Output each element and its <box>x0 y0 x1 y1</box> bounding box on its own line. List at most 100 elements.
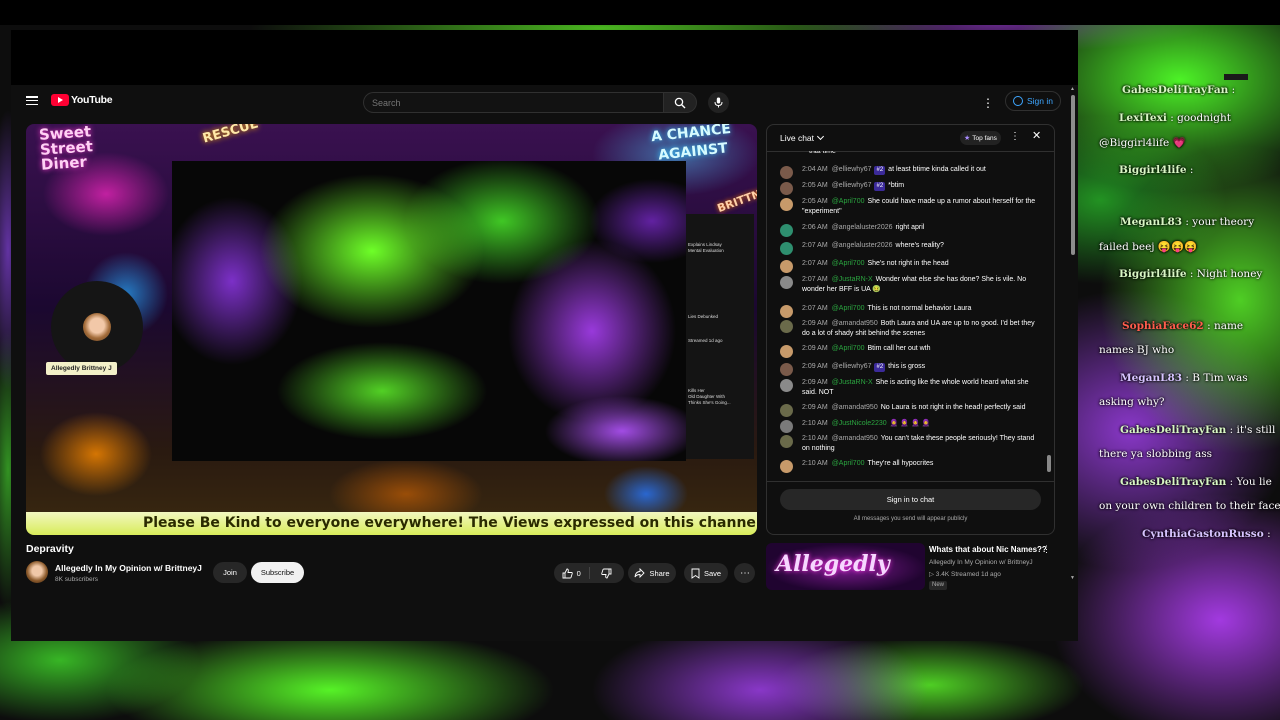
scrollbar-thumb[interactable] <box>1071 95 1075 255</box>
subscribe-button[interactable]: Subscribe <box>251 562 304 583</box>
chat-avatar[interactable] <box>780 404 793 417</box>
recommended-video[interactable]: Allegedly Whats that about Nic Names?? A… <box>766 543 1066 590</box>
inset-side-panel: Explains Lindsay Mental Evaluation Lies … <box>686 214 754 459</box>
recommended-more-icon[interactable]: ⋮ <box>1042 544 1051 555</box>
chat-author[interactable]: @April700 <box>832 260 865 267</box>
chat-author[interactable]: @April700 <box>832 198 865 205</box>
chat-author[interactable]: @April700 <box>832 345 865 352</box>
chat-text: They're all hypocrites <box>867 460 934 467</box>
sign-in-button[interactable]: Sign in <box>1005 91 1061 111</box>
rescue-neon-sign: RESCUE <box>201 124 261 147</box>
youtube-logo[interactable]: YouTube <box>51 93 113 107</box>
voice-search-button[interactable] <box>708 92 729 113</box>
chat-avatar[interactable] <box>780 345 793 358</box>
stream-chat-overlay: GabesDeliTrayFan : LexiTexi : goodnight @B… <box>1078 30 1280 650</box>
chat-message-body: 2:09 AM @amandat950 No Laura is not right … <box>802 403 1042 413</box>
scroll-down-icon[interactable]: ▼ <box>1070 575 1075 581</box>
chat-message-body: 2:06 AM @angelaluster2026 right april <box>802 223 1042 233</box>
chat-scrollbar[interactable] <box>1047 455 1051 472</box>
chat-message: 2:10 AM @amandat950 You can't take these p… <box>780 434 1042 454</box>
video-player[interactable]: Sweet Street Diner RESCUE A CHANCE AGAIN… <box>26 124 757 535</box>
sign-in-to-chat-button[interactable]: Sign in to chat <box>780 489 1041 510</box>
overlay-chat-line: failed beej 😝😝😝 <box>1099 240 1197 253</box>
chat-avatar[interactable] <box>780 260 793 273</box>
chat-message: 2:09 AM @JustaRN-X She is acting like the … <box>780 378 1042 398</box>
chat-avatar[interactable] <box>780 276 793 289</box>
chat-more-icon[interactable]: ⋮ <box>1010 131 1020 142</box>
search-button[interactable] <box>663 92 697 113</box>
chat-avatar[interactable] <box>780 320 793 333</box>
chat-avatar[interactable] <box>780 305 793 318</box>
chat-author[interactable]: @amandat950 <box>832 404 878 411</box>
chat-avatar[interactable] <box>780 379 793 392</box>
chat-time: 2:07 AM <box>802 242 828 249</box>
chat-author[interactable]: @April700 <box>832 305 865 312</box>
chat-time: 2:10 AM <box>802 420 828 427</box>
chat-avatar[interactable] <box>780 435 793 448</box>
join-button[interactable]: Join <box>213 562 247 583</box>
chat-message-body: 2:05 AM @April700 She could have made up a… <box>802 197 1042 217</box>
recommended-title[interactable]: Whats that about Nic Names?? <box>929 545 1047 554</box>
chat-author[interactable]: @angelaluster2026 <box>832 224 893 231</box>
star-icon: ★ <box>964 135 971 142</box>
chat-avatar[interactable] <box>780 242 793 255</box>
save-button[interactable]: Save <box>684 563 728 583</box>
chat-author[interactable]: @elliewhy67 <box>832 182 872 189</box>
chat-text: where's reality? <box>895 242 944 249</box>
youtube-window: YouTube ⋮ Sign in Sweet Street Diner RES… <box>11 30 1078 641</box>
chat-message: 2:07 AM @angelaluster2026 where's reality? <box>780 241 1042 255</box>
chat-author[interactable]: @JustNicole2230 <box>832 420 887 427</box>
chat-text: *btim <box>888 182 905 189</box>
live-chat-title: Live chat <box>780 133 815 143</box>
like-count: 0 <box>576 568 581 578</box>
close-icon[interactable]: ✕ <box>1032 129 1041 142</box>
side-panel-line: Lies Debunked <box>688 314 719 319</box>
new-badge: New <box>929 581 948 590</box>
like-button[interactable]: 0 <box>554 563 589 583</box>
top-black-bar <box>0 0 1280 25</box>
chat-author[interactable]: @amandat950 <box>832 435 878 442</box>
scroll-up-icon[interactable]: ▲ <box>1070 86 1075 92</box>
chat-text: Btim call her out wth <box>867 345 931 352</box>
dislike-button[interactable] <box>589 563 624 583</box>
chat-avatar[interactable] <box>780 420 793 433</box>
overlay-chat-author: CynthiaGastonRusso <box>1142 528 1264 540</box>
streamer-face <box>83 313 111 341</box>
chat-author[interactable]: @elliewhy67 <box>832 166 872 173</box>
recommended-stats: ▷ 3.4K Streamed 1d ago <box>929 571 1001 578</box>
menu-icon[interactable] <box>26 96 38 106</box>
page-scrollbar[interactable]: ▲ ▼ <box>1069 85 1077 585</box>
brittney-neon-sign: BRITTNEY <box>715 181 757 216</box>
chat-message: 2:06 AM @angelaluster2026 right april <box>780 223 1042 237</box>
chat-avatar[interactable] <box>780 363 793 376</box>
chat-author[interactable]: @JustaRN-X <box>832 379 873 386</box>
chat-avatar[interactable] <box>780 198 793 211</box>
recommended-thumbnail[interactable]: Allegedly <box>766 543 925 590</box>
chat-avatar[interactable] <box>780 182 793 195</box>
channel-name[interactable]: Allegedly In My Opinion w/ BrittneyJ <box>55 563 202 573</box>
chat-author[interactable]: @April700 <box>832 460 865 467</box>
chat-avatar[interactable] <box>780 166 793 179</box>
chat-author[interactable]: @amandat950 <box>832 320 878 327</box>
chat-author[interactable]: @elliewhy67 <box>832 363 872 370</box>
live-chat-mode-dropdown[interactable]: Live chat <box>780 132 825 143</box>
top-fans-button[interactable]: ★ Top fans <box>960 131 1001 145</box>
chat-time: 2:09 AM <box>802 404 828 411</box>
settings-more-icon[interactable]: ⋮ <box>982 96 994 110</box>
overlay-chat-line: SophiaFace62 : name <box>1122 320 1243 332</box>
chat-avatar[interactable] <box>780 224 793 237</box>
more-actions-button[interactable]: ⋯ <box>734 563 755 583</box>
chat-author[interactable]: @angelaluster2026 <box>832 242 893 249</box>
chat-author[interactable]: @JustaRN-X <box>832 276 873 283</box>
streamer-name-tag: Allegedly Brittney J <box>46 362 117 375</box>
chat-public-note: All messages you send will appear public… <box>853 516 968 522</box>
chat-message-body: 2:10 AM @amandat950 You can't take these p… <box>802 434 1042 454</box>
youtube-header: YouTube ⋮ Sign in <box>11 85 1078 115</box>
share-button[interactable]: Share <box>628 563 676 583</box>
search-box[interactable] <box>363 92 663 113</box>
chat-message-list[interactable]: that time 2:04 AM @elliewhy67 #2 at least bt… <box>767 151 1047 481</box>
channel-avatar[interactable] <box>26 561 48 583</box>
chat-avatar[interactable] <box>780 460 793 473</box>
youtube-play-icon <box>51 94 69 106</box>
search-input[interactable] <box>364 93 652 113</box>
